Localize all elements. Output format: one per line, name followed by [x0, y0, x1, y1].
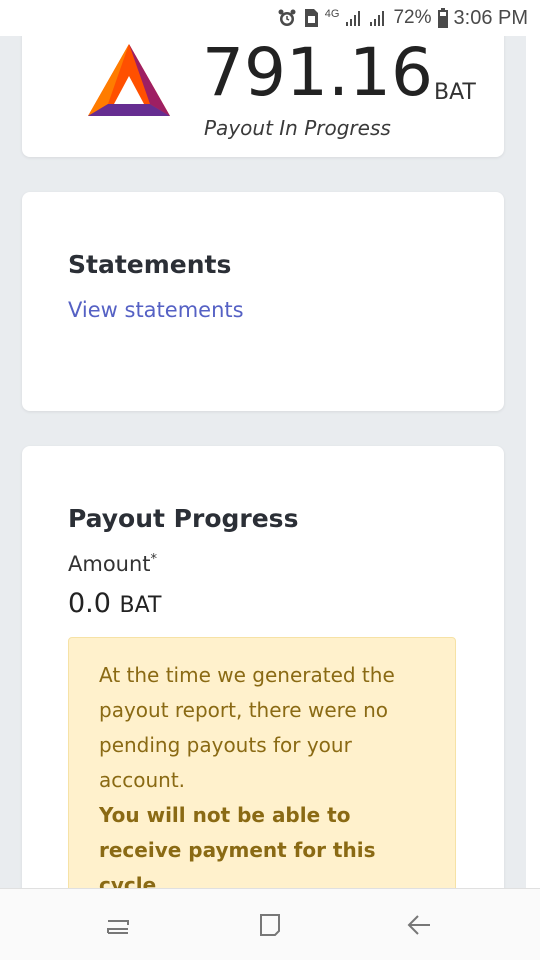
payout-status: Payout In Progress — [204, 116, 391, 140]
payout-progress-card: Payout Progress Amount* 0.0 BAT At the t… — [22, 446, 504, 888]
view-statements-link[interactable]: View statements — [68, 298, 244, 322]
payout-notice: At the time we generated the payout repo… — [68, 637, 456, 888]
amount-label-text: Amount — [68, 552, 151, 576]
balance-card: 791.16 BAT Payout In Progress — [22, 36, 504, 157]
alarm-icon — [277, 8, 297, 28]
amount-value: 0.0 BAT — [68, 588, 161, 619]
bat-logo-icon — [88, 44, 170, 116]
statements-title: Statements — [68, 250, 232, 279]
status-bar: 4G 72% 3:06 PM — [0, 0, 540, 36]
sim-icon — [303, 8, 319, 28]
statements-card: Statements View statements — [22, 192, 504, 411]
clock: 3:06 PM — [453, 6, 528, 29]
recent-apps-icon[interactable] — [100, 907, 136, 943]
battery-percent: 72% — [393, 7, 432, 28]
network-type: 4G — [324, 8, 340, 20]
amount-unit: BAT — [119, 593, 162, 618]
balance-unit: BAT — [434, 80, 476, 105]
notice-warning: You will not be able to receive payment … — [99, 803, 376, 888]
amount-number: 0.0 — [68, 588, 111, 619]
navigation-bar — [0, 888, 540, 960]
payout-progress-title: Payout Progress — [68, 504, 299, 533]
scrollbar[interactable] — [526, 36, 540, 888]
signal-icon — [345, 9, 363, 27]
battery-icon — [437, 8, 448, 28]
balance-amount: 791.16 — [202, 36, 433, 111]
amount-label: Amount* — [68, 552, 157, 576]
page-content[interactable]: 791.16 BAT Payout In Progress Statements… — [0, 36, 526, 888]
back-icon[interactable] — [402, 907, 438, 943]
home-icon[interactable] — [252, 907, 288, 943]
notice-text: At the time we generated the payout repo… — [99, 663, 395, 792]
amount-footnote-marker: * — [150, 552, 158, 567]
signal-icon — [369, 9, 387, 27]
